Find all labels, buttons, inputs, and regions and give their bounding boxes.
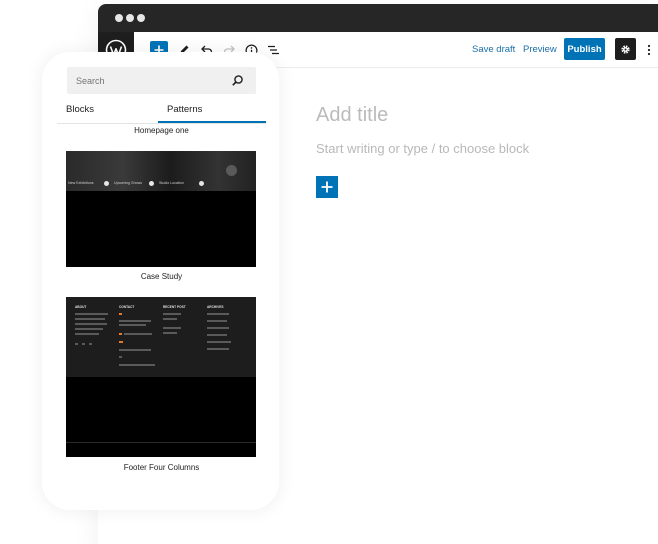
pattern-preview-footer[interactable]: ABOUT CONTACT RECENT POST ARCHIVES [66, 297, 256, 457]
pattern-label[interactable]: Homepage one [57, 126, 266, 135]
preview-dot [104, 181, 109, 186]
preview-line [75, 328, 103, 330]
preview-dot [199, 181, 204, 186]
save-draft-button[interactable]: Save draft [472, 44, 515, 55]
post-body-placeholder[interactable]: Start writing or type / to choose block [316, 141, 656, 156]
preview-line [119, 324, 146, 326]
preview-line [75, 318, 105, 320]
pattern-label[interactable]: Footer Four Columns [57, 463, 266, 472]
preview-line [119, 320, 151, 322]
preview-line [82, 343, 85, 345]
preview-line [124, 333, 152, 335]
preview-line [119, 313, 122, 315]
pattern-preview-homepage[interactable]: New Exhibitions Upcoming Shows Studio Lo… [66, 151, 256, 267]
preview-line [163, 332, 177, 334]
preview-line [75, 313, 108, 315]
preview-text: Upcoming Shows [114, 181, 142, 185]
preview-line [207, 334, 227, 336]
preview-button[interactable]: Preview [523, 44, 557, 55]
preview-arrow-icon [226, 165, 237, 176]
window-dot [115, 14, 123, 22]
preview-line [75, 323, 107, 325]
preview-line [207, 313, 229, 315]
preview-footer-area [66, 297, 256, 377]
preview-heading: ABOUT [75, 305, 87, 309]
settings-gear-icon[interactable] [615, 38, 636, 60]
preview-line [119, 356, 122, 358]
window-dot [126, 14, 134, 22]
preview-line [119, 364, 155, 366]
preview-line [119, 341, 123, 343]
search-input[interactable] [76, 73, 226, 88]
preview-line [207, 348, 229, 350]
preview-heading: RECENT POST [163, 305, 186, 309]
preview-line [119, 333, 122, 335]
block-appender-icon[interactable] [316, 176, 338, 198]
preview-line [163, 313, 181, 315]
preview-line [207, 341, 231, 343]
pattern-label[interactable]: Case Study [57, 272, 266, 281]
search-box [67, 67, 256, 94]
preview-line [207, 320, 227, 322]
preview-line [119, 349, 151, 351]
preview-line [89, 343, 92, 345]
preview-heading: CONTACT [119, 305, 135, 309]
tab-blocks[interactable]: Blocks [66, 104, 94, 115]
active-tab-indicator [158, 121, 266, 123]
inserter-tabs: Blocks Patterns [57, 100, 266, 124]
preview-heading: ARCHIVES [207, 305, 224, 309]
preview-line [207, 327, 229, 329]
more-options-icon[interactable] [640, 41, 658, 59]
preview-line [163, 318, 177, 320]
window-chrome [98, 4, 658, 32]
preview-line [163, 327, 181, 329]
preview-divider [66, 442, 256, 443]
post-title-input[interactable]: Add title [316, 104, 656, 127]
editor-canvas: Add title Start writing or type / to cho… [316, 104, 656, 198]
preview-line [75, 333, 99, 335]
preview-line [75, 343, 78, 345]
window-dot [137, 14, 145, 22]
tab-patterns[interactable]: Patterns [167, 104, 202, 115]
block-inserter-panel: Blocks Patterns Homepage one New Exhibit… [57, 60, 266, 488]
search-icon[interactable] [231, 74, 244, 87]
preview-text: New Exhibitions [68, 181, 94, 185]
publish-button[interactable]: Publish [564, 38, 605, 60]
preview-dot [149, 181, 154, 186]
preview-text: Studio Location [159, 181, 184, 185]
